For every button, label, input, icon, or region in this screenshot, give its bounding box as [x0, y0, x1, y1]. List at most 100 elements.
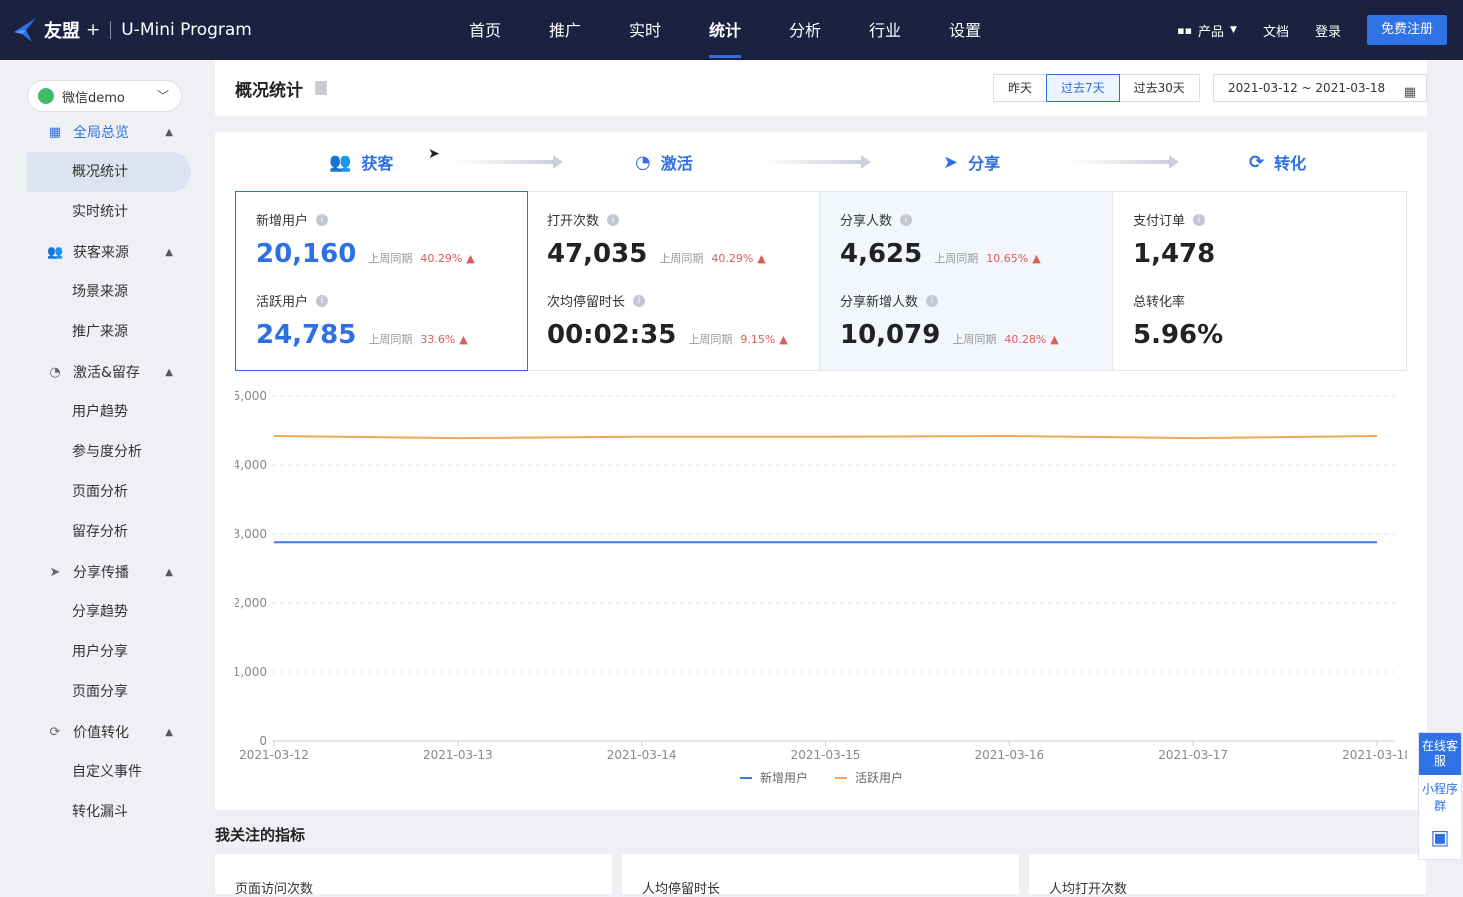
info-icon[interactable]: i: [1193, 214, 1205, 226]
metric-percent: 40.29%: [420, 252, 462, 265]
sidebar-item-page-analysis[interactable]: 页面分析: [27, 472, 191, 512]
sidebar-item-promo-source[interactable]: 推广来源: [27, 312, 191, 352]
app-selector[interactable]: 微信demo ﹀: [27, 80, 182, 112]
nav-settings[interactable]: 设置: [925, 0, 1005, 60]
logo[interactable]: 友盟 + U-Mini Program: [12, 14, 252, 46]
metric-percent: 33.6%: [420, 333, 455, 346]
metric-avg-duration: 次均停留时长i 00:02:35上周同期9.15%▲: [547, 291, 788, 350]
qrcode-icon[interactable]: ▣: [1419, 817, 1461, 859]
sidebar-item-retention[interactable]: 留存分析: [27, 512, 191, 552]
sidebar-item-share-trend[interactable]: 分享趋势: [27, 592, 191, 632]
sidebar-group-label: 获客来源: [73, 242, 129, 262]
cursor-icon: ◔: [47, 365, 63, 380]
arrow-up-icon: ▲: [779, 333, 787, 346]
metric-value: 10,079: [840, 320, 940, 350]
metric-value: 5.96%: [1133, 320, 1223, 350]
date-range-picker[interactable]: 2021-03-12 ~ 2021-03-18 ▦: [1213, 74, 1427, 102]
online-service-button[interactable]: 在线客服: [1419, 733, 1461, 775]
metric-value: 47,035: [547, 239, 647, 269]
followed-metric-card[interactable]: 人均打开次数: [1029, 854, 1426, 894]
metric-card-activation[interactable]: 打开次数i 47,035上周同期40.29%▲ 次均停留时长i 00:02:35…: [527, 192, 820, 370]
step-sharing[interactable]: ➤分享: [943, 150, 1000, 174]
arrow-up-icon: ▲: [466, 252, 474, 265]
followed-metric-card[interactable]: 页面访问次数: [215, 854, 612, 894]
users-icon: 👥: [47, 245, 63, 260]
period-30days[interactable]: 过去30天: [1119, 74, 1200, 102]
mini-program-group-button[interactable]: 小程序群: [1419, 775, 1461, 817]
x-tick-label: 2021-03-12: [239, 748, 309, 762]
brand-name: 友盟: [44, 17, 80, 43]
nav-statistics[interactable]: 统计: [685, 0, 765, 60]
metric-card-acquisition[interactable]: 新增用户i 20,160上周同期40.29%▲ 活跃用户i 24,785上周同期…: [235, 191, 528, 371]
metric-card-conversion[interactable]: 支付订单i 1,478 总转化率 5.96%: [1113, 192, 1406, 370]
legend-label: 新增用户: [760, 770, 808, 785]
sidebar-group-acquisition[interactable]: 👥获客来源▲: [27, 232, 191, 272]
followed-metric-card[interactable]: 人均停留时长: [622, 854, 1019, 894]
legend-label: 活跃用户: [855, 770, 903, 785]
nav-analysis[interactable]: 分析: [765, 0, 845, 60]
send-icon: ➤: [943, 152, 958, 173]
brand-plus: +: [86, 20, 100, 40]
document-icon[interactable]: [315, 81, 327, 95]
sidebar-item-custom-event[interactable]: 自定义事件: [27, 752, 191, 792]
users-icon: 👥: [329, 152, 351, 173]
login-link[interactable]: 登录: [1315, 21, 1341, 40]
metric-percent: 40.28%: [1004, 333, 1046, 346]
sidebar-group-conversion[interactable]: ⟳价值转化▲: [27, 712, 191, 752]
sidebar-group-overview[interactable]: ▦全局总览▲: [27, 112, 191, 152]
metric-compare-label: 上周同期: [368, 331, 412, 347]
nav-industry[interactable]: 行业: [845, 0, 925, 60]
docs-link[interactable]: 文档: [1263, 21, 1289, 40]
sidebar-item-funnel[interactable]: 转化漏斗: [27, 792, 191, 832]
metric-opens: 打开次数i 47,035上周同期40.29%▲: [547, 210, 766, 269]
floating-service-bar: 在线客服 小程序群 ▣: [1418, 732, 1462, 860]
wechat-mini-icon: [38, 88, 54, 104]
info-icon[interactable]: i: [316, 295, 328, 307]
info-icon[interactable]: i: [633, 295, 645, 307]
sidebar-item-page-share[interactable]: 页面分享: [27, 672, 191, 712]
arrow-up-icon: ▲: [1050, 333, 1058, 346]
metric-compare-label: 上周同期: [659, 250, 703, 266]
info-icon[interactable]: i: [926, 295, 938, 307]
metric-value: 20,160: [256, 239, 356, 269]
send-icon: ➤: [47, 565, 63, 580]
step-conversion[interactable]: ⟳转化: [1249, 150, 1306, 174]
info-icon[interactable]: i: [900, 214, 912, 226]
sidebar-item-engagement[interactable]: 参与度分析: [27, 432, 191, 472]
metric-conversion-rate: 总转化率 5.96%: [1133, 291, 1223, 350]
period-7days[interactable]: 过去7天: [1046, 74, 1120, 102]
nav-home[interactable]: 首页: [445, 0, 525, 60]
step-label: 激活: [661, 150, 693, 174]
step-activation[interactable]: ◔激活: [635, 150, 693, 174]
followed-metric-label: 页面访问次数: [235, 878, 313, 897]
sidebar-item-user-share[interactable]: 用户分享: [27, 632, 191, 672]
metric-compare-label: 上周同期: [368, 250, 412, 266]
info-icon[interactable]: i: [607, 214, 619, 226]
product-menu[interactable]: ▪▪ 产品 ▼: [1177, 21, 1237, 40]
signup-button[interactable]: 免费注册: [1367, 15, 1447, 45]
chevron-up-icon: ▲: [165, 567, 173, 578]
arrow-head: [861, 155, 871, 169]
sidebar-item-scene-source[interactable]: 场景来源: [27, 272, 191, 312]
sidebar-item-overview-stats[interactable]: 概况统计: [27, 152, 191, 192]
y-tick-label: 4,000: [235, 458, 267, 472]
sidebar-group-label: 价值转化: [73, 722, 129, 742]
nav-realtime[interactable]: 实时: [605, 0, 685, 60]
metric-label: 分享新增人数: [840, 291, 918, 310]
sidebar-item-user-trend[interactable]: 用户趋势: [27, 392, 191, 432]
x-tick-label: 2021-03-16: [974, 748, 1044, 762]
period-yesterday[interactable]: 昨天: [993, 74, 1047, 102]
arrow-up-icon: ▲: [757, 252, 765, 265]
info-icon[interactable]: i: [316, 214, 328, 226]
nav-promotion[interactable]: 推广: [525, 0, 605, 60]
step-arrow: [1071, 160, 1171, 164]
sidebar-group-activation[interactable]: ◔激活&留存▲: [27, 352, 191, 392]
sidebar-item-realtime-stats[interactable]: 实时统计: [27, 192, 191, 232]
sidebar: 微信demo ﹀ ▦全局总览▲ 概况统计 实时统计 👥 获客来源 ▲ 场景来源 推广…: [0, 60, 205, 884]
arrow-up-icon: ▲: [1032, 252, 1040, 265]
logo-divider: [110, 21, 111, 39]
step-acquisition[interactable]: 👥获客: [329, 150, 393, 174]
x-tick-label: 2021-03-15: [791, 748, 861, 762]
metric-card-sharing[interactable]: 分享人数i 4,625上周同期10.65%▲ 分享新增人数i 10,079上周同…: [820, 192, 1113, 370]
sidebar-group-sharing[interactable]: ➤分享传播▲: [27, 552, 191, 592]
